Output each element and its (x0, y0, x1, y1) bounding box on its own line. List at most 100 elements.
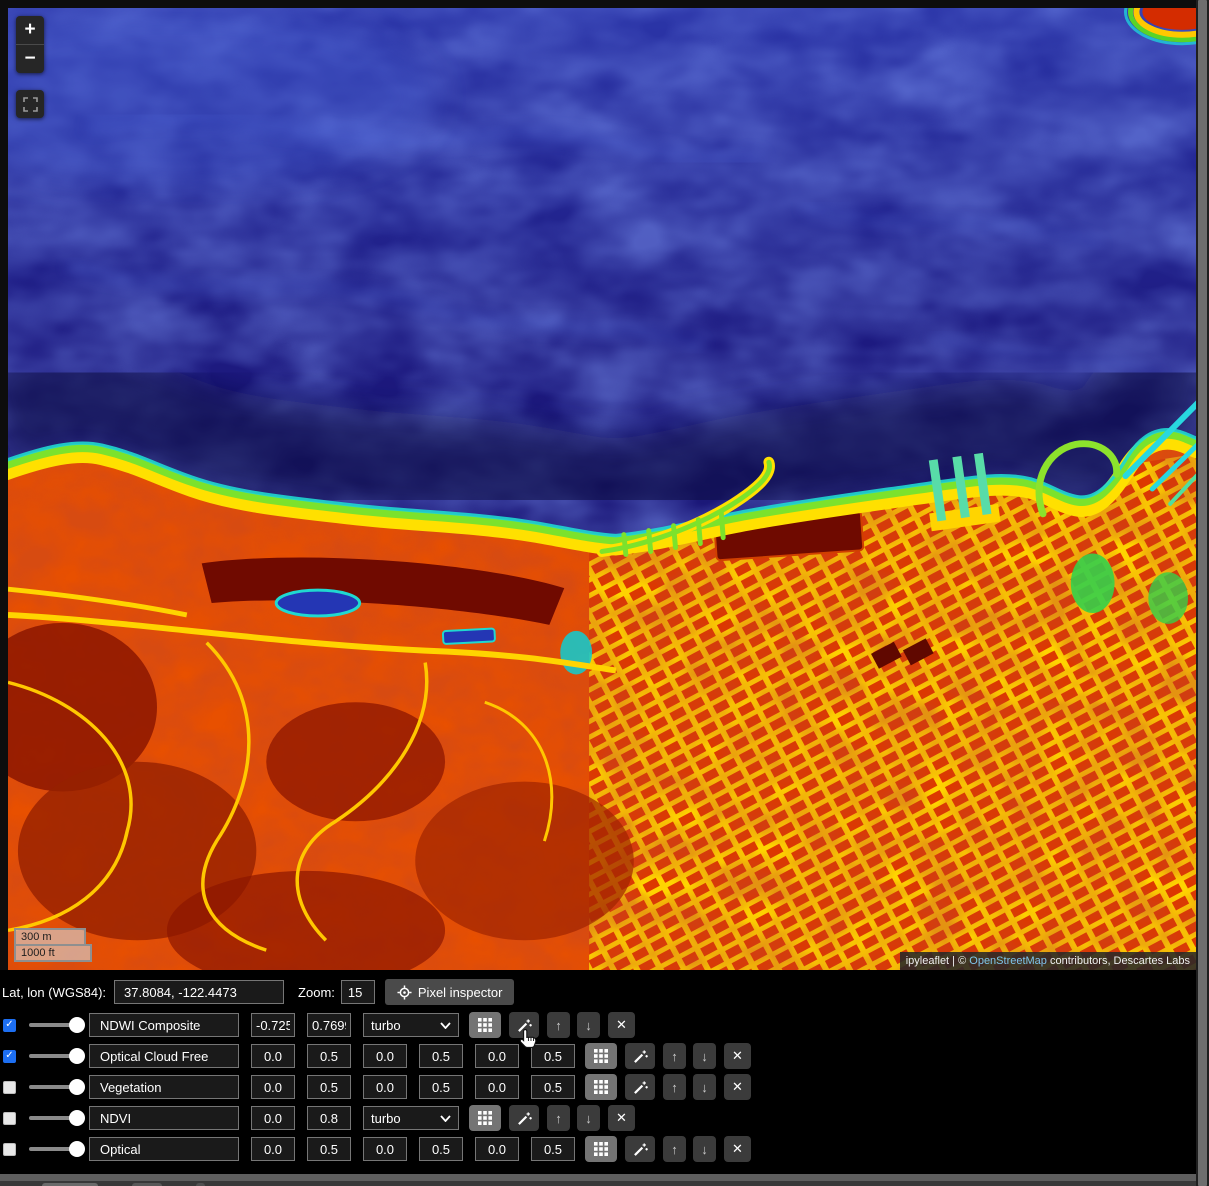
autoscale-button[interactable] (625, 1043, 655, 1069)
page-scrollbar[interactable] (1196, 0, 1209, 1186)
layer-max-input[interactable] (307, 1106, 351, 1130)
map-zoom-control: + − (16, 16, 44, 73)
band-max-input[interactable] (419, 1044, 463, 1068)
layer-name-input[interactable] (89, 1013, 239, 1037)
colormap-value: turbo (371, 1018, 401, 1033)
layer-visibility-checkbox[interactable] (3, 1112, 16, 1125)
layer-opacity-slider[interactable] (29, 1141, 81, 1157)
layer-opacity-slider[interactable] (29, 1017, 81, 1033)
move-layer-down-button[interactable]: ↓ (693, 1074, 716, 1100)
autoscale-button[interactable] (509, 1105, 539, 1131)
layer-min-input[interactable] (251, 1106, 295, 1130)
magic-wand-icon (517, 1018, 532, 1033)
magic-wand-icon (633, 1049, 648, 1064)
attribution-suffix: contributors, Descartes Labs (1047, 955, 1190, 967)
layer-visibility-checkbox[interactable]: ✓ (3, 1019, 16, 1032)
move-layer-up-button[interactable]: ↑ (547, 1105, 570, 1131)
zoom-in-button[interactable]: + (16, 16, 44, 44)
crosshair-icon (397, 985, 412, 1000)
checkerboard-button[interactable] (585, 1136, 617, 1162)
scale-control: 300 m 1000 ft (14, 928, 92, 962)
openstreetmap-link[interactable]: OpenStreetMap (969, 955, 1047, 967)
band-min-input[interactable] (251, 1075, 295, 1099)
band-min-input[interactable] (475, 1044, 519, 1068)
chevron-down-icon (440, 1022, 451, 1029)
panel-divider (0, 1174, 1196, 1181)
checkerboard-button[interactable] (585, 1043, 617, 1069)
grid-icon (594, 1142, 608, 1156)
layer-control-panel: Lat, lon (WGS84): Zoom: Pixel inspector … (0, 970, 1196, 1186)
band-max-input[interactable] (307, 1044, 351, 1068)
layer-row-vegetation: ↑ ↓ ✕ (0, 1074, 1196, 1100)
layer-opacity-slider[interactable] (29, 1048, 81, 1064)
fullscreen-button[interactable] (16, 90, 44, 118)
move-layer-up-button[interactable]: ↑ (663, 1043, 686, 1069)
layer-min-input[interactable] (251, 1013, 295, 1037)
grid-icon (594, 1049, 608, 1063)
remove-layer-button[interactable]: ✕ (724, 1136, 751, 1162)
map-attribution: ipyleaflet | © OpenStreetMap contributor… (900, 952, 1196, 970)
autoscale-button[interactable] (509, 1012, 539, 1038)
band-max-input[interactable] (307, 1075, 351, 1099)
layer-name-input[interactable] (89, 1075, 239, 1099)
colormap-value: turbo (371, 1111, 401, 1126)
layer-name-input[interactable] (89, 1137, 239, 1161)
band-max-input[interactable] (531, 1137, 575, 1161)
move-layer-up-button[interactable]: ↑ (663, 1074, 686, 1100)
pixel-inspector-label: Pixel inspector (418, 985, 503, 1000)
layer-opacity-slider[interactable] (29, 1110, 81, 1126)
remove-layer-button[interactable]: ✕ (724, 1043, 751, 1069)
latlon-input[interactable] (114, 980, 284, 1004)
move-layer-down-button[interactable]: ↓ (577, 1012, 600, 1038)
ipyleaflet-app: + − 300 m 1000 ft ipyleaflet | © OpenStr… (0, 0, 1209, 1186)
move-layer-down-button[interactable]: ↓ (693, 1043, 716, 1069)
grid-icon (594, 1080, 608, 1094)
colormap-select[interactable]: turbo (363, 1013, 459, 1037)
layer-visibility-checkbox[interactable] (3, 1081, 16, 1094)
scale-metric: 300 m (14, 928, 86, 944)
autoscale-button[interactable] (625, 1074, 655, 1100)
band-min-input[interactable] (475, 1075, 519, 1099)
layer-name-input[interactable] (89, 1044, 239, 1068)
band-max-input[interactable] (419, 1075, 463, 1099)
autoscale-button[interactable] (625, 1136, 655, 1162)
band-min-input[interactable] (363, 1075, 407, 1099)
band-max-input[interactable] (531, 1075, 575, 1099)
magic-wand-icon (517, 1111, 532, 1126)
layer-opacity-slider[interactable] (29, 1079, 81, 1095)
layer-row-optical-cloud-free: ✓ (0, 1043, 1196, 1069)
layer-max-input[interactable] (307, 1013, 351, 1037)
attribution-app: ipyleaflet (906, 955, 949, 967)
move-layer-down-button[interactable]: ↓ (577, 1105, 600, 1131)
band-max-input[interactable] (531, 1044, 575, 1068)
pixel-inspector-button[interactable]: Pixel inspector (385, 979, 515, 1005)
band-max-input[interactable] (419, 1137, 463, 1161)
checkerboard-button[interactable] (469, 1105, 501, 1131)
band-min-input[interactable] (363, 1044, 407, 1068)
scrollbar-thumb[interactable] (1198, 0, 1207, 1186)
band-max-input[interactable] (307, 1137, 351, 1161)
move-layer-up-button[interactable]: ↑ (547, 1012, 570, 1038)
band-min-input[interactable] (475, 1137, 519, 1161)
zoom-level-input[interactable] (341, 980, 375, 1004)
band-min-input[interactable] (363, 1137, 407, 1161)
zoom-out-button[interactable]: − (16, 45, 44, 73)
layer-visibility-checkbox[interactable]: ✓ (3, 1050, 16, 1063)
next-section-partial (0, 1181, 1196, 1186)
grid-icon (478, 1111, 492, 1125)
layer-name-input[interactable] (89, 1106, 239, 1130)
colormap-select[interactable]: turbo (363, 1106, 459, 1130)
remove-layer-button[interactable]: ✕ (724, 1074, 751, 1100)
latlon-label: Lat, lon (WGS84): (2, 985, 106, 1000)
remove-layer-button[interactable]: ✕ (608, 1012, 635, 1038)
checkerboard-button[interactable] (469, 1012, 501, 1038)
band-min-input[interactable] (251, 1137, 295, 1161)
checkerboard-button[interactable] (585, 1074, 617, 1100)
move-layer-down-button[interactable]: ↓ (693, 1136, 716, 1162)
remove-layer-button[interactable]: ✕ (608, 1105, 635, 1131)
move-layer-up-button[interactable]: ↑ (663, 1136, 686, 1162)
chevron-down-icon (440, 1115, 451, 1122)
band-min-input[interactable] (251, 1044, 295, 1068)
layer-visibility-checkbox[interactable] (3, 1143, 16, 1156)
map-canvas[interactable]: + − 300 m 1000 ft ipyleaflet | © OpenStr… (8, 8, 1196, 970)
